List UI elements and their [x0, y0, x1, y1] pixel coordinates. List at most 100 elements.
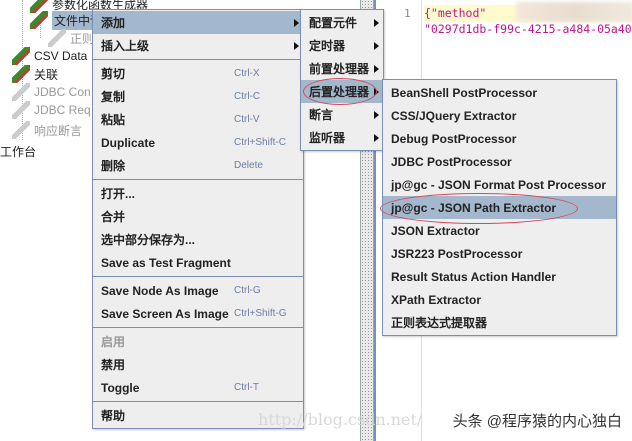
menu-item-json-extractor[interactable]: JSON Extractor	[383, 219, 616, 242]
menu-item-item[interactable]: 删除 Delete	[93, 154, 303, 177]
menu-item-result-status-action-handler[interactable]: Result Status Action Handler	[383, 265, 616, 288]
menu-item-item[interactable]: 前置处理器	[301, 57, 383, 80]
shortcut-label: Ctrl-X	[234, 68, 260, 79]
menu-item-xpath-extractor[interactable]: XPath Extractor	[383, 288, 616, 311]
menu-item-item[interactable]: 打开...	[93, 182, 303, 205]
code-line-2: "0297d1db-f99c-4215-a484-05a40	[424, 22, 632, 36]
menu-item-label: jp@gc - JSON Format Post Processor	[391, 177, 607, 192]
menu-separator	[93, 327, 303, 328]
menu-item-item[interactable]: 添加	[93, 11, 303, 34]
menu-item-jp-gc-json-format-post-processor[interactable]: jp@gc - JSON Format Post Processor	[383, 173, 616, 196]
menu-item-label: 定时器	[309, 39, 346, 53]
menu-item-label: 打开...	[101, 187, 136, 201]
tree-item-label: JDBC Req	[34, 103, 91, 117]
menu-item-item[interactable]: 后置处理器	[301, 80, 383, 103]
config-tools-icon	[12, 83, 30, 101]
shortcut-label: Ctrl+Shift-G	[234, 308, 287, 319]
menu-item-label: 前置处理器	[309, 62, 370, 76]
menu-separator	[93, 179, 303, 180]
menu-item-label: Save as Test Fragment	[101, 255, 231, 270]
shortcut-label: Ctrl-V	[234, 114, 260, 125]
menu-separator	[93, 401, 303, 402]
menu-item-label: 禁用	[101, 358, 126, 372]
submenu-arrow-icon	[294, 18, 299, 27]
pipette-icon	[30, 11, 48, 29]
menu-item-label: 配置元件	[309, 16, 358, 30]
assertion-icon	[12, 121, 30, 139]
menu-item-item[interactable]: 选中部分保存为...	[93, 228, 303, 251]
tree-item-label: CSV Data	[34, 49, 88, 63]
menu-item-label: Debug PostProcessor	[391, 131, 517, 146]
menu-item-item[interactable]: 正则表达式提取器	[383, 311, 616, 334]
menu-item-label: XPath Extractor	[391, 292, 482, 307]
tree-item[interactable]: CSV Data	[12, 46, 87, 66]
tree-item[interactable]: JDBC Req	[12, 100, 91, 120]
shortcut-label: Ctrl+Shift-C	[234, 137, 286, 148]
menu-item-save-node-as-image[interactable]: Save Node As Image Ctrl-G	[93, 279, 303, 302]
menu-item-label: 添加	[101, 16, 126, 30]
menu-item-label: Save Screen As Image	[101, 306, 229, 321]
menu-item-label: 监听器	[309, 131, 346, 145]
menu-item-save-as-test-fragment[interactable]: Save as Test Fragment	[93, 251, 303, 274]
tree-item[interactable]: JDBC Con	[12, 82, 91, 102]
tree-item[interactable]: 关联	[12, 64, 58, 84]
submenu-arrow-icon	[374, 41, 379, 50]
menu-item-label: 断言	[309, 108, 334, 122]
watermark-url: http://blog.csdn.net/	[258, 410, 423, 429]
menu-item-label: 合并	[101, 210, 126, 224]
menu-item-jdbc-postprocessor[interactable]: JDBC PostProcessor	[383, 150, 616, 173]
menu-item-jsr223-postprocessor[interactable]: JSR223 PostProcessor	[383, 242, 616, 265]
submenu-arrow-icon	[374, 64, 379, 73]
menu-item-item[interactable]: 剪切 Ctrl-X	[93, 62, 303, 85]
regex-extractor-icon	[48, 29, 66, 47]
menu-item-item[interactable]: 定时器	[301, 34, 383, 57]
submenu-arrow-icon	[374, 110, 379, 119]
tree-item[interactable]: 响应断言	[12, 120, 82, 140]
menu-item-label: Toggle	[101, 380, 140, 395]
postprocessor-submenu: BeanShell PostProcessor CSS/JQuery Extrac…	[382, 79, 617, 336]
config-tools-icon	[12, 47, 30, 65]
shortcut-label: Ctrl-T	[234, 382, 259, 393]
menu-item-beanshell-postprocessor[interactable]: BeanShell PostProcessor	[383, 81, 616, 104]
menu-item-label: JSR223 PostProcessor	[391, 246, 523, 261]
menu-item-label: 删除	[101, 159, 126, 173]
menu-item-save-screen-as-image[interactable]: Save Screen As Image Ctrl+Shift-G	[93, 302, 303, 325]
menu-item-debug-postprocessor[interactable]: Debug PostProcessor	[383, 127, 616, 150]
menu-item-label: CSS/JQuery Extractor	[391, 108, 517, 123]
add-submenu: 配置元件定时器前置处理器后置处理器断言监听器	[300, 9, 384, 151]
menu-separator	[93, 59, 303, 60]
menu-item-toggle[interactable]: Toggle Ctrl-T	[93, 376, 303, 399]
context-menu: 添加插入上级剪切 Ctrl-X 复制 Ctrl-C 粘贴 Ctrl-V Duplicate C…	[92, 9, 304, 429]
menu-item-item[interactable]: 启用	[93, 330, 303, 353]
menu-item-label: 选中部分保存为...	[101, 233, 196, 247]
submenu-arrow-icon	[374, 18, 379, 27]
menu-item-label: 复制	[101, 90, 126, 104]
line-number: 1	[404, 7, 411, 20]
workbench-item[interactable]: 工作台	[0, 141, 36, 161]
menu-item-item[interactable]: 监听器	[301, 126, 383, 149]
menu-item-label: 插入上级	[101, 39, 150, 53]
menu-item-jp-gc-json-path-extractor[interactable]: jp@gc - JSON Path Extractor	[383, 196, 616, 219]
menu-item-label: 启用	[101, 335, 126, 349]
pipette-icon	[12, 101, 30, 119]
menu-item-item[interactable]: 合并	[93, 205, 303, 228]
menu-item-item[interactable]: 配置元件	[301, 11, 383, 34]
submenu-arrow-icon	[374, 133, 379, 142]
menu-item-item[interactable]: 断言	[301, 103, 383, 126]
menu-item-label: Save Node As Image	[101, 283, 219, 298]
shortcut-label: Ctrl-G	[234, 285, 261, 296]
menu-item-item[interactable]: 复制 Ctrl-C	[93, 85, 303, 108]
shortcut-label: Ctrl-C	[234, 91, 261, 102]
menu-item-label: JDBC PostProcessor	[391, 154, 512, 169]
menu-item-item[interactable]: 禁用	[93, 353, 303, 376]
menu-item-item[interactable]: 粘贴 Ctrl-V	[93, 108, 303, 131]
submenu-arrow-icon	[294, 41, 299, 50]
tree-item-label: 响应断言	[34, 123, 83, 138]
menu-item-label: 帮助	[101, 409, 126, 423]
menu-item-css-jquery-extractor[interactable]: CSS/JQuery Extractor	[383, 104, 616, 127]
menu-item-label: JSON Extractor	[391, 223, 480, 238]
shortcut-label: Delete	[234, 160, 263, 171]
menu-separator	[93, 276, 303, 277]
menu-item-duplicate[interactable]: Duplicate Ctrl+Shift-C	[93, 131, 303, 154]
menu-item-item[interactable]: 插入上级	[93, 34, 303, 57]
